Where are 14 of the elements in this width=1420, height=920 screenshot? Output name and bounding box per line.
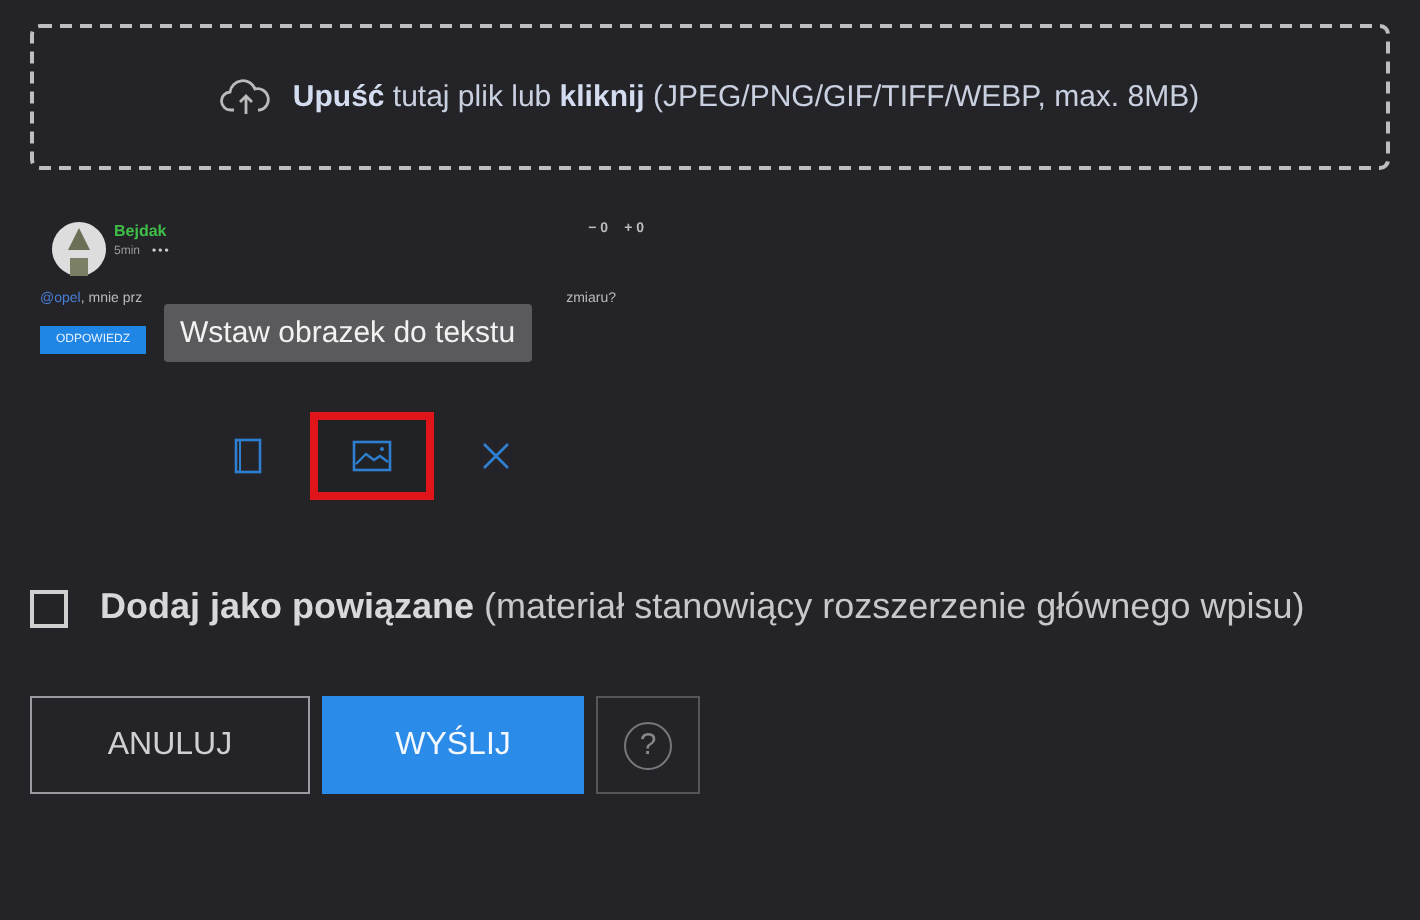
author-name[interactable]: Bejdak [114,222,171,240]
tooltip: Wstaw obrazek do tekstu [164,304,532,362]
cloud-upload-icon [220,77,273,117]
checkbox[interactable] [30,590,68,628]
avatar-icon [52,222,106,276]
dropzone-text: Upuść tutaj plik lub kliknij (JPEG/PNG/GIF/TIFF/WEBP, max. 8MB) [292,80,1200,114]
checkbox-label: Dodaj jako powiązane (materiał stanowiący rozszerzenie głównego wpisu) [100,584,1305,630]
cancel-button[interactable]: ANULUJ [30,696,310,794]
image-icon [352,440,392,472]
document-icon [234,438,262,474]
image-tool-button[interactable] [310,412,434,500]
close-icon [482,442,510,470]
file-dropzone[interactable]: Upuść tutaj plik lub kliknij (JPEG/PNG/GIF/TIFF/WEBP, max. 8MB) [30,24,1390,170]
help-button[interactable]: ? [596,696,700,794]
